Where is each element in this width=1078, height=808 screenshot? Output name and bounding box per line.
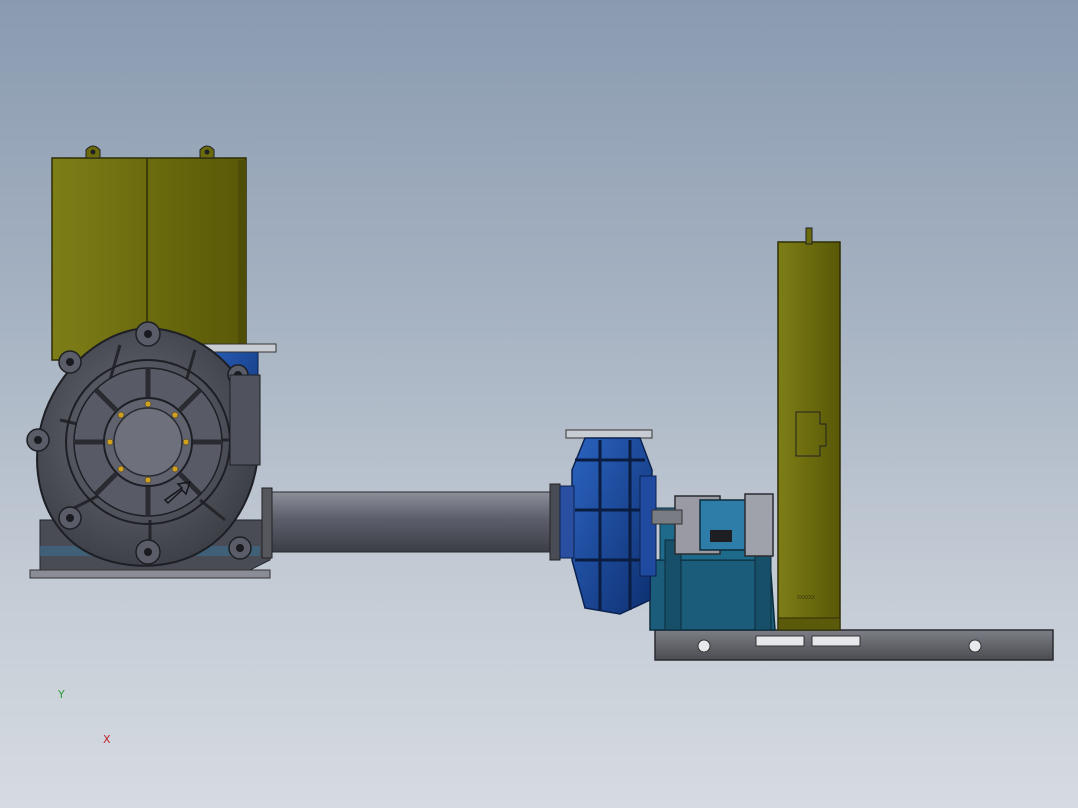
axis-y-label: Y xyxy=(58,688,65,701)
axis-x-label: X xyxy=(103,733,111,746)
left-slurry-pump[interactable] xyxy=(26,321,277,579)
coupling[interactable] xyxy=(674,493,774,557)
cad-viewport[interactable]: XXXXXX X Y xyxy=(0,0,1078,808)
lifting-lug xyxy=(199,145,215,159)
nameplate-text: XXXXXX xyxy=(797,595,816,601)
connecting-pipe[interactable] xyxy=(261,483,561,561)
base-rail[interactable] xyxy=(654,629,1054,661)
lifting-lug xyxy=(85,145,101,159)
right-belt-guard[interactable] xyxy=(777,227,841,631)
model-scene[interactable] xyxy=(0,0,1078,808)
